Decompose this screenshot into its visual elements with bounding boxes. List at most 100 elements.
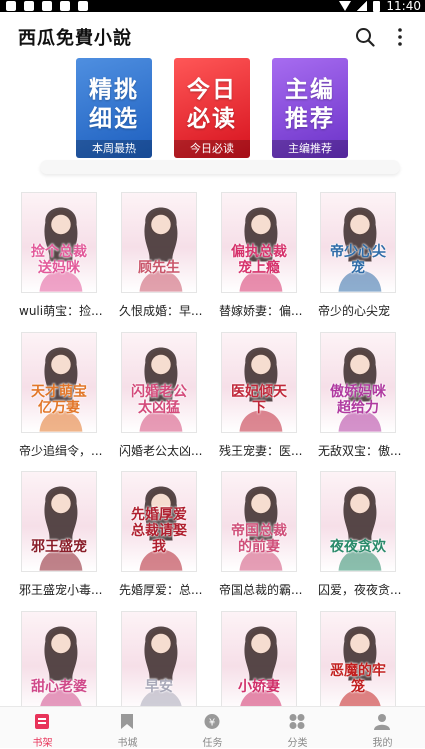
banner-daily-read[interactable]: 今日必读 今日必读 (174, 58, 250, 158)
more-menu-icon[interactable] (392, 27, 408, 47)
bookshelf-icon (35, 714, 49, 729)
cover-illustration (239, 486, 283, 571)
book-cover[interactable]: 甜心老婆 (21, 611, 97, 712)
tab-label: 书城 (117, 738, 138, 749)
coin-icon: ¥ (204, 714, 220, 729)
banner-title: 主编推荐 (285, 77, 335, 132)
book-cover[interactable]: 偏执总裁宠上瘾 (221, 192, 297, 293)
cover-title: 小娇妻 (238, 679, 280, 695)
cover-illustration (39, 626, 83, 711)
tab-bookstore[interactable]: 书城 (85, 707, 170, 749)
cover-illustration (338, 626, 382, 711)
book-title: 闪婚老公太凶... (119, 444, 203, 458)
notification-icons (6, 0, 88, 12)
book-cover[interactable]: 恶魔的牢笼 (320, 611, 396, 712)
cover-illustration (239, 626, 283, 711)
banner-editor-pick[interactable]: 主编推荐 主编推荐 (272, 58, 348, 158)
book-title: 邪王盛宠小毒... (19, 583, 103, 597)
cover-illustration (338, 486, 382, 571)
wechat-icon (6, 1, 16, 11)
book-title: 无敌双宝：傲... (318, 444, 402, 458)
book-cover[interactable]: 早安 (121, 611, 197, 712)
app-title: 西瓜免費小說 (18, 28, 132, 49)
status-bar: 11:40 (0, 0, 425, 13)
cover-title: 顾先生 (138, 260, 180, 276)
search-icon[interactable] (355, 27, 375, 47)
cover-illustration (139, 347, 183, 432)
book-title: 残王宠妻：医... (219, 444, 303, 458)
tab-bookshelf[interactable]: 书架 (0, 707, 85, 749)
tiktok-icon (78, 1, 88, 11)
banner-caption: 本周最热 (76, 140, 152, 158)
tab-label: 书架 (32, 738, 53, 749)
featured-banners: 精挑细选 本周最热 今日必读 今日必读 主编推荐 主编推荐 (0, 58, 425, 168)
tiktok-icon (24, 1, 34, 11)
cover-title: 医妃倾天下 (231, 384, 287, 416)
book-cover[interactable]: 夜夜贪欢 (320, 471, 396, 572)
tab-label: 分类 (287, 738, 308, 749)
cover-title: 闪婚老公太凶猛 (131, 384, 187, 416)
cover-title: 先婚厚爱总裁请娶我 (131, 507, 187, 555)
cover-title: 偏执总裁宠上瘾 (231, 244, 287, 276)
cover-illustration (39, 207, 83, 292)
section-divider (40, 160, 400, 174)
profile-icon (374, 714, 390, 730)
book-title: 帝少追缉令，... (19, 444, 103, 458)
tiktok-icon (60, 1, 70, 11)
cover-title: 早安 (145, 679, 173, 695)
cover-title: 邪王盛宠 (31, 539, 87, 555)
book-cover[interactable]: 帝国总裁的前妻 (221, 471, 297, 572)
tab-label: 我的 (372, 738, 393, 749)
tiktok-icon (42, 1, 52, 11)
tab-categories[interactable]: 分类 (255, 707, 340, 749)
book-title: 先婚厚爱：总... (119, 583, 203, 597)
cover-illustration (139, 626, 183, 711)
app-header: 西瓜免費小說 (0, 12, 425, 60)
cover-title: 夜夜贪欢 (330, 539, 386, 555)
book-title: 替嫁娇妻：偏... (219, 304, 303, 318)
wifi-icon (339, 1, 352, 11)
cover-title: 天才萌宝亿万妻 (31, 384, 87, 416)
cover-illustration (338, 347, 382, 432)
cover-title: 帝少心尖宠 (330, 244, 386, 276)
book-cover[interactable]: 小娇妻 (221, 611, 297, 712)
banner-weekly-hot[interactable]: 精挑细选 本周最热 (76, 58, 152, 158)
tab-label: 任务 (202, 738, 223, 749)
cover-title: 帝国总裁的前妻 (231, 523, 287, 555)
book-cover[interactable]: 邪王盛宠 (21, 471, 97, 572)
book-title: 帝国总裁的霸... (219, 583, 303, 597)
cover-title: 恶魔的牢笼 (330, 663, 386, 695)
book-title: 囚爱，夜夜贪... (318, 583, 402, 597)
cover-illustration (338, 207, 382, 292)
book-cover[interactable]: 医妃倾天下 (221, 332, 297, 433)
book-cover[interactable]: 顾先生 (121, 192, 197, 293)
cover-title: 傲娇妈咪超给力 (330, 384, 386, 416)
book-cover[interactable]: 捡个总裁送妈咪 (21, 192, 97, 293)
battery-icon (373, 0, 381, 12)
book-title: wuli萌宝：捡... (19, 304, 103, 318)
book-cover[interactable]: 闪婚老公太凶猛 (121, 332, 197, 433)
book-cover[interactable]: 傲娇妈咪超给力 (320, 332, 396, 433)
banner-caption: 主编推荐 (272, 140, 348, 158)
book-cover[interactable]: 天才萌宝亿万妻 (21, 332, 97, 433)
cover-illustration (39, 347, 83, 432)
cover-illustration (239, 347, 283, 432)
tab-tasks[interactable]: ¥ 任务 (170, 707, 255, 749)
bottom-tab-bar: 书架 书城 ¥ 任务 分类 我的 (0, 706, 425, 749)
book-title: 帝少的心尖宠 (318, 304, 391, 318)
cover-illustration (139, 207, 183, 292)
cover-title: 甜心老婆 (31, 679, 87, 695)
tab-profile[interactable]: 我的 (340, 707, 425, 749)
bookmark-icon (121, 714, 133, 729)
cover-illustration (39, 486, 83, 571)
banner-title: 精挑细选 (89, 77, 139, 132)
book-title: 久恨成婚：早... (119, 304, 203, 318)
banner-title: 今日必读 (187, 77, 237, 132)
grid-icon (289, 714, 305, 729)
book-cover[interactable]: 帝少心尖宠 (320, 192, 396, 293)
cover-illustration (239, 207, 283, 292)
book-cover[interactable]: 先婚厚爱总裁请娶我 (121, 471, 197, 572)
cover-title: 捡个总裁送妈咪 (31, 244, 87, 276)
signal-icon (357, 1, 368, 11)
svg-text:¥: ¥ (209, 718, 215, 729)
